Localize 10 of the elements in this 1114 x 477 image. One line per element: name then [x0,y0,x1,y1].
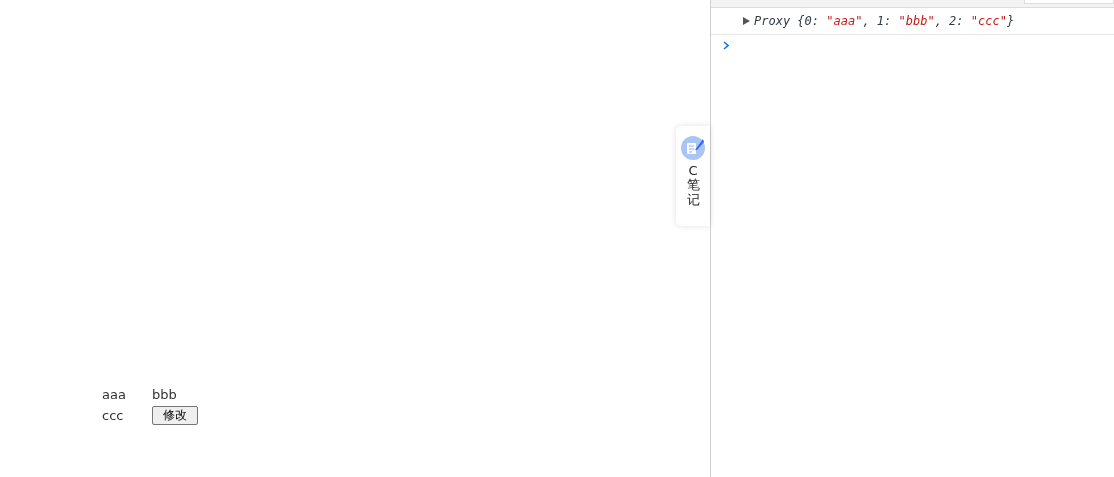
expand-triangle-icon[interactable] [743,17,750,25]
list-text: aaa [102,387,126,402]
notepad-quill-icon [681,136,705,160]
notes-widget[interactable]: C笔记 [676,126,710,226]
list-text: bbb [152,387,177,402]
prompt-chevron-icon [723,41,729,50]
widget-label: C笔记 [686,164,700,207]
edit-button[interactable]: 修改 [152,406,198,425]
console-log-text: Proxy {0: "aaa", 1: "bbb", 2: "ccc"} [754,14,1015,28]
list-text: ccc [102,408,124,423]
